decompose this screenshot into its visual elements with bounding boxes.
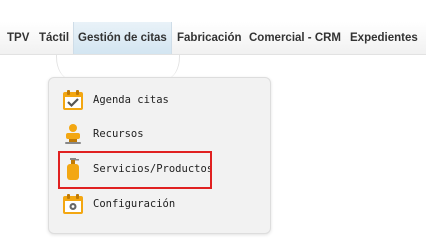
menu-gestion-citas[interactable]: Gestión de citas <box>73 22 172 54</box>
menu-fabricacion[interactable]: Fabricación <box>177 22 242 54</box>
dropdown-item-configuracion[interactable]: Configuración <box>59 191 259 217</box>
menu-comercial-crm-label: Comercial - CRM <box>249 32 342 44</box>
bottle-product-icon <box>61 157 85 181</box>
calendar-check-icon <box>61 88 85 112</box>
menu-gestion-citas-label: Gestión de citas <box>78 32 167 44</box>
dropdown-item-label: Agenda citas <box>93 94 169 106</box>
menu-comercial-crm[interactable]: Comercial - CRM <box>249 22 341 54</box>
menu-tpv[interactable]: TPV <box>7 22 29 54</box>
menu-expedientes[interactable]: Expedientes <box>350 22 418 54</box>
dropdown-item-label: Servicios/Productos <box>93 163 214 175</box>
top-menu-bar: TPV Táctil Gestión de citas Fabricación … <box>0 22 426 55</box>
menu-fabricacion-label: Fabricación <box>177 32 242 44</box>
dropdown-item-label: Configuración <box>93 198 176 210</box>
gestion-citas-dropdown: Agenda citas Recursos Servicios/Producto… <box>48 77 271 234</box>
calendar-gear-icon <box>61 192 85 216</box>
menu-expedientes-label: Expedientes <box>350 32 418 44</box>
dropdown-item-servicios-productos[interactable]: Servicios/Productos <box>59 156 259 182</box>
menu-tactil-label: Táctil <box>39 32 70 44</box>
person-resource-icon <box>61 122 85 146</box>
dropdown-item-agenda-citas[interactable]: Agenda citas <box>59 87 259 113</box>
dropdown-item-label: Recursos <box>93 128 144 140</box>
menu-tpv-label: TPV <box>7 32 30 44</box>
dropdown-connector <box>56 55 180 79</box>
dropdown-item-recursos[interactable]: Recursos <box>59 121 259 147</box>
menu-tactil[interactable]: Táctil <box>39 22 69 54</box>
